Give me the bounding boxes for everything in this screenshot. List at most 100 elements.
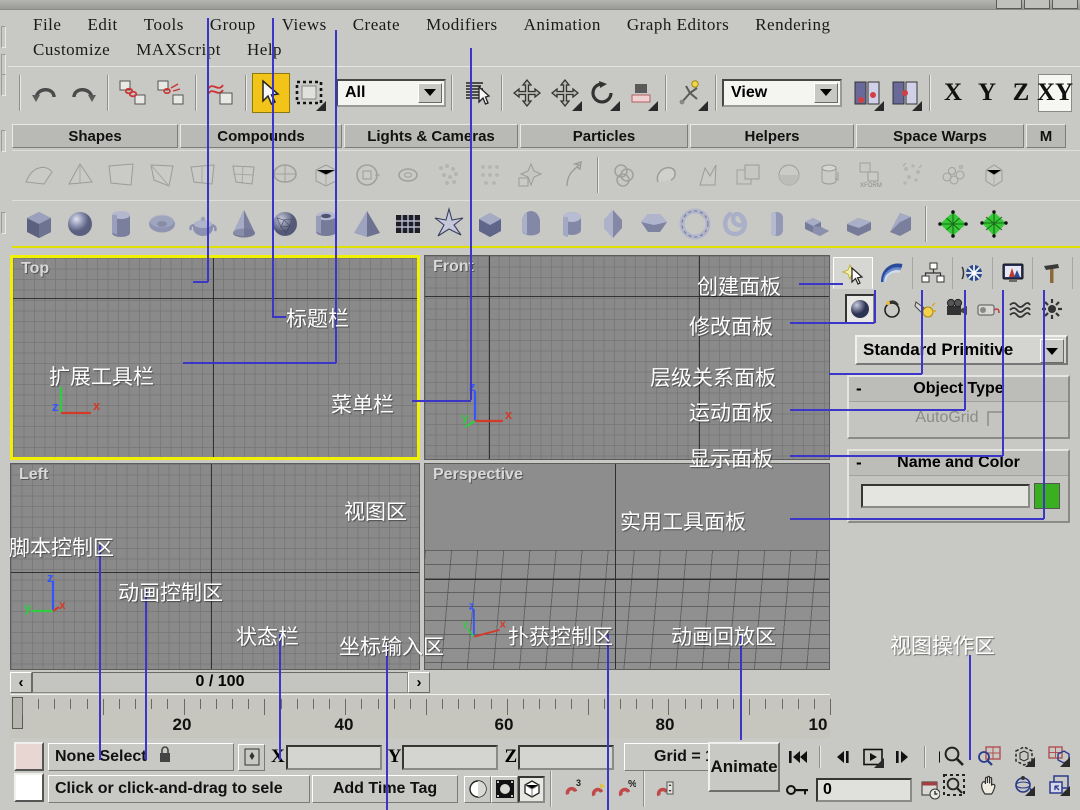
axis-constraint-x[interactable]: X	[936, 74, 970, 112]
select-region-icon[interactable]	[290, 73, 328, 113]
menu-group[interactable]: Group	[197, 12, 269, 37]
crossing-selection-icon[interactable]	[464, 775, 491, 803]
patch-surface-icon[interactable]	[100, 154, 141, 196]
patchgrid-tri-icon[interactable]	[973, 203, 1014, 245]
geosphere-icon[interactable]	[264, 203, 305, 245]
menu-file[interactable]: File	[20, 12, 74, 37]
menu-rendering[interactable]: Rendering	[742, 12, 843, 37]
bind-to-space-warp-icon[interactable]	[202, 73, 240, 113]
tab-particles[interactable]: Particles	[520, 124, 688, 148]
autogrid-row[interactable]: AutoGrid	[855, 405, 1062, 431]
go-to-start-icon[interactable]	[784, 743, 811, 770]
cameras-button[interactable]	[941, 294, 971, 324]
pan-icon[interactable]	[975, 771, 1002, 798]
utilities-panel-tab[interactable]	[1033, 257, 1073, 289]
menu-views[interactable]: Views	[269, 12, 340, 37]
reference-coordinate-system-combo[interactable]: View	[722, 78, 842, 107]
lights-button[interactable]	[909, 294, 939, 324]
spinner-snap-icon[interactable]	[650, 775, 677, 803]
undo-icon[interactable]	[26, 73, 64, 113]
conform-icon[interactable]	[604, 154, 645, 196]
connect-icon[interactable]	[645, 154, 686, 196]
systems-button[interactable]	[1037, 294, 1067, 324]
select-and-scale-icon[interactable]	[622, 73, 660, 113]
arc-rotate-icon[interactable]	[1010, 771, 1037, 798]
patch-edit-icon[interactable]	[182, 154, 223, 196]
snap-toggle-3d-icon[interactable]: 3	[557, 775, 584, 803]
coord-input-z[interactable]	[518, 744, 615, 770]
coord-input-y[interactable]	[402, 744, 499, 770]
animate-button[interactable]: Animate	[708, 742, 780, 792]
display-panel-tab[interactable]	[993, 257, 1033, 289]
select-object-icon[interactable]	[252, 72, 290, 113]
tab-shapes[interactable]: Shapes	[12, 124, 178, 148]
select-and-move-icon[interactable]	[546, 73, 584, 113]
rollout-object-type-header[interactable]: - Object Type	[849, 377, 1068, 402]
mesher-icon[interactable]	[891, 154, 932, 196]
maxscript-listener-white[interactable]	[14, 773, 44, 802]
next-frame-icon[interactable]	[889, 743, 916, 770]
shapes-button[interactable]	[877, 294, 907, 324]
redo-icon[interactable]	[64, 73, 102, 113]
terrain-icon[interactable]	[768, 154, 809, 196]
menu-edit[interactable]: Edit	[74, 12, 130, 37]
capsule2-icon[interactable]	[756, 203, 797, 245]
maximize-button[interactable]	[1024, 0, 1050, 9]
selection-filter-combo[interactable]: All	[336, 78, 446, 107]
torusknot-icon[interactable]	[715, 203, 756, 245]
use-selection-center-icon[interactable]	[886, 73, 924, 113]
gengon-icon[interactable]	[633, 203, 674, 245]
viewport-perspective[interactable]: Perspective z x y	[424, 463, 830, 670]
coord-input-x[interactable]	[285, 744, 382, 770]
menu-customize[interactable]: Customize	[20, 37, 123, 62]
patchgrid-quad-icon[interactable]	[932, 203, 973, 245]
motion-panel-tab[interactable]	[953, 257, 993, 289]
absolute-relative-icon[interactable]	[238, 743, 265, 771]
shapemerge-icon[interactable]	[686, 154, 727, 196]
autogrid-checkbox[interactable]	[986, 410, 1002, 426]
menu-create[interactable]: Create	[340, 12, 413, 37]
ring-surface-icon[interactable]	[387, 154, 428, 196]
viewport-top[interactable]: Top z x	[10, 255, 420, 460]
menu-help[interactable]: Help	[234, 37, 295, 62]
use-pivot-point-center-icon[interactable]	[848, 73, 886, 113]
teapot-icon[interactable]	[182, 203, 223, 245]
select-and-link-icon[interactable]	[114, 73, 152, 113]
align-icon[interactable]	[672, 73, 710, 113]
space-warps-button[interactable]	[1005, 294, 1035, 324]
spindle-icon[interactable]	[592, 203, 633, 245]
object-category-dropdown[interactable]: Standard Primitive	[855, 335, 1068, 365]
add-time-tag-button[interactable]: Add Time Tag	[312, 775, 458, 803]
select-by-name-icon[interactable]	[458, 73, 496, 113]
close-button[interactable]	[1052, 0, 1078, 9]
menu-animation[interactable]: Animation	[511, 12, 614, 37]
viewport-front[interactable]: Front z x y	[424, 255, 830, 460]
zoom-extents-icon[interactable]	[1010, 742, 1037, 769]
tabpanel-grip[interactable]	[1, 130, 6, 152]
selection-filter-icon[interactable]	[491, 775, 518, 803]
key-mode-icon[interactable]	[784, 776, 811, 803]
hierarchy-panel-tab[interactable]	[913, 257, 953, 289]
toolbar-grip[interactable]	[1, 74, 6, 96]
patch-deform-icon[interactable]	[141, 154, 182, 196]
oiltank-icon[interactable]	[551, 203, 592, 245]
point-surface-icon[interactable]	[346, 154, 387, 196]
object-name-input[interactable]	[861, 484, 1030, 508]
patch-tri-icon[interactable]	[59, 154, 100, 196]
menu-graph-editors[interactable]: Graph Editors	[614, 12, 742, 37]
axis-constraint-xy[interactable]: XY	[1037, 73, 1073, 112]
lextended-icon[interactable]	[797, 203, 838, 245]
unlink-selection-icon[interactable]	[152, 73, 190, 113]
cextended-icon[interactable]	[838, 203, 879, 245]
object-color-swatch[interactable]	[1034, 483, 1060, 509]
track-bar[interactable]: 20 40 60 80 10	[10, 694, 831, 738]
particle-array-icon[interactable]	[469, 154, 510, 196]
geometry-button[interactable]	[845, 294, 875, 324]
menu-tools[interactable]: Tools	[131, 12, 197, 37]
tab-compounds[interactable]: Compounds	[180, 124, 342, 148]
create-panel-tab[interactable]	[833, 257, 873, 289]
chevron-down-icon-3[interactable]	[1040, 339, 1064, 363]
box-icon[interactable]	[18, 203, 59, 245]
axis-constraint-z[interactable]: Z	[1004, 74, 1038, 112]
rollout-name-color-header[interactable]: - Name and Color	[849, 451, 1068, 476]
